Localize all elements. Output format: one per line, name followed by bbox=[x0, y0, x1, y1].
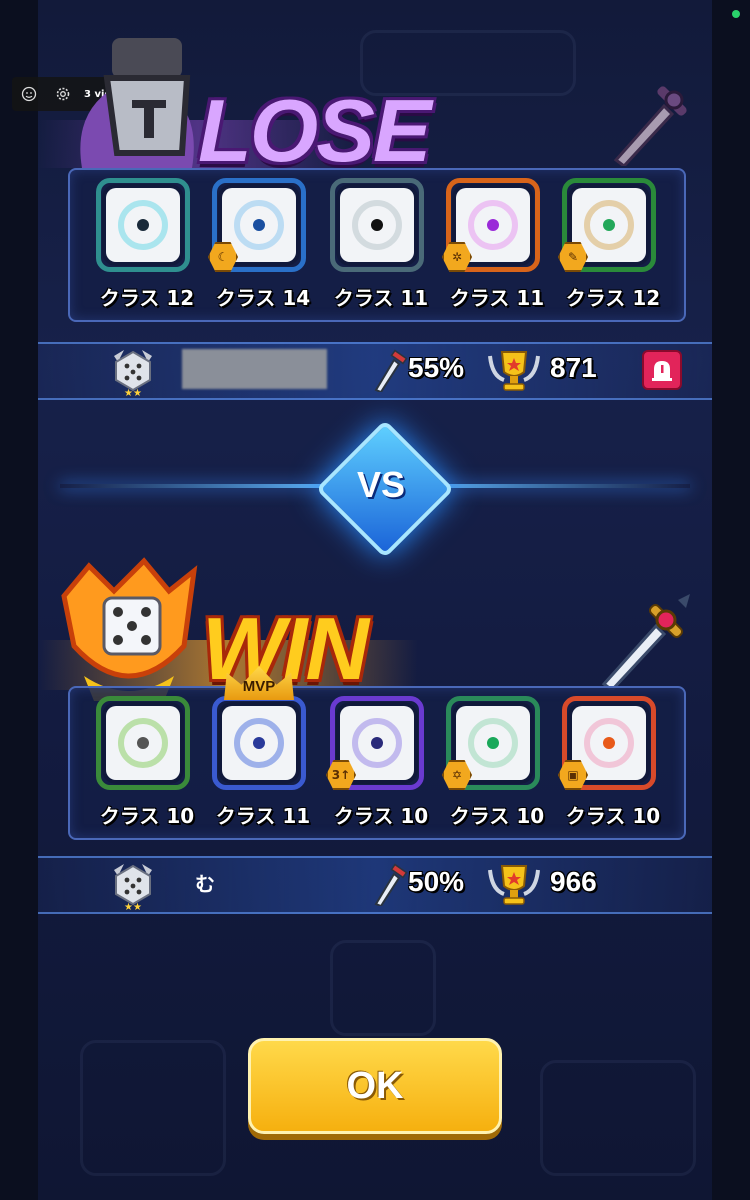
lose-label: LOSE bbox=[198, 81, 432, 180]
right-letterbox bbox=[712, 0, 750, 1200]
win-rate-sword-icon bbox=[374, 863, 408, 906]
lose-dice-card[interactable]: ✎ クラス 12 bbox=[558, 176, 660, 312]
win-dice-card[interactable]: 3↑ クラス 10 bbox=[326, 694, 428, 830]
rank-emblem-icon: ★★ bbox=[114, 350, 152, 396]
win-rate: 50% bbox=[408, 866, 465, 897]
lose-sword-icon bbox=[613, 86, 687, 166]
dice-class-label: クラス 10 bbox=[565, 804, 661, 828]
player-name: む bbox=[195, 872, 215, 896]
dice-class-label: クラス 12 bbox=[565, 286, 661, 310]
dice-class-label: クラス 11 bbox=[215, 804, 311, 828]
battle-result-screen: 3 view LOSE クラス 12 ☾ クラス 14 クラス 11 ✲ クラス 11 ✎ ク… bbox=[0, 0, 750, 1200]
lose-player-bar: ★★ 55% 871 bbox=[38, 342, 712, 400]
win-sword-icon bbox=[601, 594, 690, 690]
player-name-redacted bbox=[182, 349, 327, 389]
lose-helmet-icon bbox=[80, 38, 194, 168]
dice-class-label: クラス 10 bbox=[99, 804, 195, 828]
person-icon[interactable] bbox=[12, 77, 46, 111]
dice-class-label: クラス 12 bbox=[99, 286, 195, 310]
left-letterbox bbox=[0, 0, 38, 1200]
trophy-count: 966 bbox=[550, 866, 597, 897]
svg-text:★★: ★★ bbox=[124, 902, 142, 910]
dice-class-label: クラス 10 bbox=[333, 804, 429, 828]
win-dice-crest-icon bbox=[61, 557, 198, 701]
mvp-label: MVP bbox=[242, 678, 276, 695]
dice-class-label: クラス 11 bbox=[333, 286, 429, 310]
lose-dice-card[interactable]: ☾ クラス 14 bbox=[208, 176, 310, 312]
win-dice-card[interactable]: クラス 10 bbox=[92, 694, 194, 830]
dice-class-label: クラス 11 bbox=[449, 286, 545, 310]
dice-frame bbox=[330, 178, 424, 272]
background-panel bbox=[540, 1060, 696, 1176]
vs-label: VS bbox=[356, 464, 406, 505]
rank-emblem-icon: ★★ bbox=[114, 864, 152, 910]
win-deck-panel: クラス 10 クラス 11 MVP 3↑ クラス 10 ✡ クラス 10 ▣ クラス 10 bbox=[68, 666, 686, 840]
dice-class-label: クラス 10 bbox=[449, 804, 545, 828]
ok-button[interactable]: OK bbox=[248, 1038, 502, 1134]
background-panel bbox=[330, 940, 436, 1036]
win-player-bar: ★★ む 50% 966 bbox=[38, 856, 712, 914]
background-panel bbox=[80, 1040, 226, 1176]
lose-dice-card[interactable]: ✲ クラス 11 bbox=[442, 176, 544, 312]
win-dice-card[interactable]: ▣ クラス 10 bbox=[558, 694, 660, 830]
win-dice-card[interactable]: ✡ クラス 10 bbox=[442, 694, 544, 830]
dice-frame bbox=[212, 696, 306, 790]
report-button[interactable] bbox=[642, 350, 682, 390]
svg-text:★★: ★★ bbox=[124, 388, 142, 396]
lose-dice-card[interactable]: クラス 12 bbox=[92, 176, 194, 312]
win-rate: 55% bbox=[408, 352, 465, 383]
win-rate-sword-icon bbox=[374, 349, 408, 392]
trophy-count: 871 bbox=[550, 352, 597, 383]
trophy-icon bbox=[488, 865, 540, 905]
lose-deck-panel: クラス 12 ☾ クラス 14 クラス 11 ✲ クラス 11 ✎ クラス 12 bbox=[68, 168, 686, 322]
dice-class-label: クラス 14 bbox=[215, 286, 311, 310]
lose-dice-card[interactable]: クラス 11 bbox=[326, 176, 428, 312]
win-dice-card[interactable]: クラス 11 MVP bbox=[208, 666, 310, 830]
trophy-icon bbox=[488, 351, 540, 391]
alert-icon bbox=[652, 361, 672, 381]
dice-frame bbox=[96, 696, 190, 790]
recording-indicator-icon bbox=[732, 10, 740, 18]
mvp-crown-badge: MVP bbox=[224, 666, 294, 700]
dice-frame bbox=[96, 178, 190, 272]
